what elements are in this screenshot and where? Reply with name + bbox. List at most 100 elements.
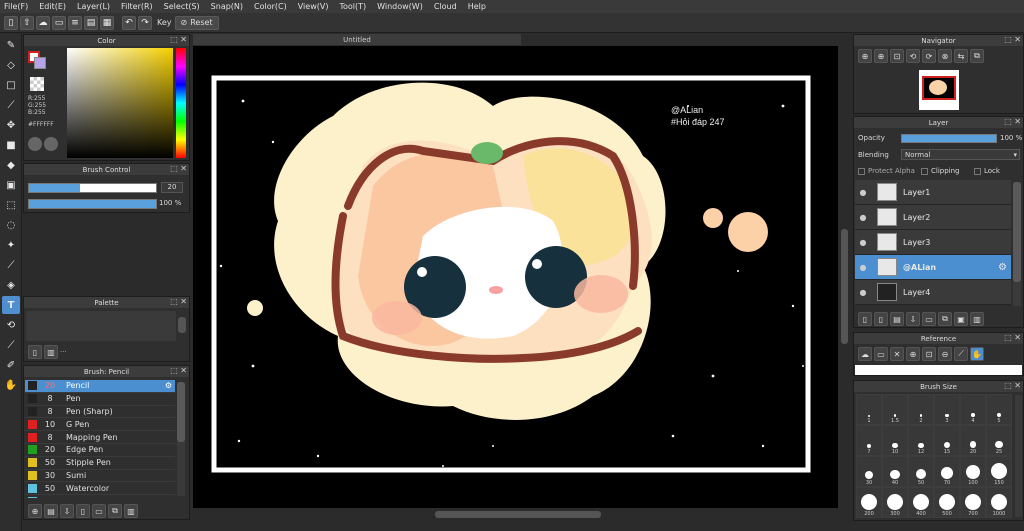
brush-item[interactable]: 30 Sumi — [25, 470, 175, 483]
vertical-scroll-thumb[interactable] — [841, 229, 848, 344]
panel-close-icon[interactable]: ⬚ ✕ — [1004, 35, 1021, 44]
brush-size-cell[interactable]: 30 — [856, 456, 882, 487]
layer-row[interactable]: ● @ALian ⚙ — [855, 255, 1011, 280]
grid-icon[interactable]: ▦ — [100, 15, 114, 30]
brush-size-cell[interactable]: 500 — [934, 487, 960, 518]
layer-row[interactable]: ● Layer4 — [855, 280, 1011, 305]
layer-visibility-icon[interactable]: ● — [855, 288, 871, 297]
menu-item-0[interactable]: File(F) — [4, 2, 28, 11]
reset-button[interactable]: ⊘ Reset — [174, 15, 219, 30]
reference-cloud-icon[interactable]: ☁ — [858, 347, 872, 361]
panel-close-icon[interactable]: ⬚ ✕ — [1004, 333, 1021, 342]
redo-icon[interactable]: ↷ — [138, 15, 152, 30]
panel-close-icon[interactable]: ⬚ ✕ — [170, 35, 187, 44]
reference-zoom-out-icon[interactable]: ⊖ — [938, 347, 952, 361]
layer-visibility-icon[interactable]: ● — [855, 213, 871, 222]
fill-rect-icon[interactable]: ■ — [2, 136, 20, 154]
brush-size-cell[interactable]: 150 — [986, 456, 1012, 487]
navigator-thumbnail[interactable] — [919, 70, 959, 110]
menu-item-2[interactable]: Layer(L) — [77, 2, 110, 11]
fit-icon[interactable]: ⊡ — [890, 49, 904, 63]
lasso-icon[interactable]: ◌ — [2, 216, 20, 234]
layer-visibility-icon[interactable]: ● — [855, 263, 871, 272]
document-tab[interactable]: Untitled — [193, 34, 521, 45]
brush-item[interactable]: 150 Watercolor (Wet) — [25, 495, 175, 498]
brush-tool-icon[interactable]: ✎ — [2, 36, 20, 54]
marquee-icon[interactable]: ⬚ — [2, 196, 20, 214]
menu-item-7[interactable]: View(V) — [298, 2, 329, 11]
secondary-color-swatch[interactable] — [34, 57, 46, 69]
hue-slider[interactable] — [176, 48, 186, 158]
brush-item[interactable]: 10 G Pen — [25, 418, 175, 432]
lock-checkbox[interactable]: Lock — [974, 167, 1000, 175]
reference-zoom-in-icon[interactable]: ⊕ — [906, 347, 920, 361]
new-file-icon[interactable]: ▯ — [4, 15, 18, 30]
brush-size-cell[interactable]: 1 — [856, 394, 882, 425]
layer-list-scrollbar[interactable] — [1013, 182, 1021, 306]
brush-item[interactable]: 20 Edge Pen — [25, 444, 175, 457]
palette-scrollbar[interactable] — [178, 317, 186, 333]
undo-icon[interactable]: ↶ — [122, 15, 136, 30]
open-icon[interactable]: ⇧ — [20, 15, 34, 30]
film-icon[interactable]: ▤ — [84, 15, 98, 30]
layer-row[interactable]: ● Layer2 — [855, 205, 1011, 230]
text-tool-icon[interactable]: T — [2, 296, 20, 314]
move-tool-icon[interactable]: ✥ — [2, 116, 20, 134]
select-rect-icon[interactable]: □ — [2, 76, 20, 94]
page-icon[interactable]: ≡ — [68, 15, 82, 30]
vertical-scrollbar[interactable] — [838, 46, 850, 508]
new-layer-alt-icon[interactable]: ▯ — [874, 312, 888, 326]
brush-size-scrollbar[interactable] — [1015, 395, 1022, 517]
layer-visibility-icon[interactable]: ● — [855, 238, 871, 247]
brush-folder2-icon[interactable]: ▭ — [92, 504, 106, 518]
brush-size-cell[interactable]: 300 — [882, 487, 908, 518]
brush-opacity-slider[interactable] — [28, 199, 157, 209]
brush-size-cell[interactable]: 15 — [934, 425, 960, 456]
brush-size-value[interactable]: 20 — [161, 182, 183, 193]
saturation-value-picker[interactable] — [67, 48, 173, 158]
brush-item[interactable]: 8 Pen — [25, 393, 175, 406]
canvas-area[interactable]: @ALian #Hỏi đáp 247 — [193, 46, 838, 508]
flip-icon[interactable]: ⇆ — [954, 49, 968, 63]
layer-folder-icon[interactable]: ▭ — [922, 312, 936, 326]
clipping-checkbox[interactable]: Clipping — [921, 167, 960, 175]
reference-hand-icon[interactable]: ✋ — [970, 347, 984, 361]
menu-item-9[interactable]: Window(W) — [377, 2, 423, 11]
reference-area[interactable] — [855, 365, 1022, 375]
delete-palette-icon[interactable]: ▥ — [44, 345, 58, 359]
pen-small-icon[interactable]: ✐ — [2, 356, 20, 374]
horizontal-scrollbar[interactable] — [193, 508, 838, 520]
cloud-icon[interactable]: ☁ — [36, 15, 50, 30]
panel-close-icon[interactable]: ⬚ ✕ — [1004, 381, 1021, 390]
color-wheel-icon[interactable] — [28, 137, 42, 151]
brush-size-cell[interactable]: 1.5 — [882, 394, 908, 425]
brush-add-icon[interactable]: ⊕ — [28, 504, 42, 518]
canvas-artwork[interactable]: @ALian #Hỏi đáp 247 — [193, 46, 838, 508]
layer-opacity-slider[interactable] — [901, 134, 997, 143]
brush-size-cell[interactable]: 20 — [960, 425, 986, 456]
palette-area[interactable] — [26, 311, 176, 341]
layer-scroll-thumb[interactable] — [1013, 182, 1021, 282]
brush-item[interactable]: 50 Stipple Pen — [25, 457, 175, 470]
panel-close-icon[interactable]: ⬚ ✕ — [170, 366, 187, 375]
rotate-right-icon[interactable]: ⟳ — [922, 49, 936, 63]
brush-size-cell[interactable]: 10 — [882, 425, 908, 456]
palette-more[interactable]: ··· — [60, 348, 67, 356]
layer-import-icon[interactable]: ⇩ — [906, 312, 920, 326]
eraser-tool-icon[interactable]: ◇ — [2, 56, 20, 74]
new-layer-icon[interactable]: ▯ — [858, 312, 872, 326]
menu-item-11[interactable]: Help — [468, 2, 486, 11]
reference-fit-icon[interactable]: ⊡ — [922, 347, 936, 361]
brush-size-cell[interactable]: 12 — [908, 425, 934, 456]
select-pen-icon[interactable]: ⟋ — [2, 256, 20, 274]
layer-visibility-icon[interactable]: ● — [855, 188, 871, 197]
hex-value[interactable]: #FFFFFF — [28, 121, 54, 128]
panel-close-icon[interactable]: ⬚ ✕ — [1004, 117, 1021, 126]
brush-size-cell[interactable]: 700 — [960, 487, 986, 518]
brush-list-scrollbar[interactable] — [177, 382, 185, 496]
reference-close-icon[interactable]: ✕ — [890, 347, 904, 361]
menu-item-6[interactable]: Color(C) — [254, 2, 287, 11]
brush-size-cell[interactable]: 4 — [960, 394, 986, 425]
color-palette-icon[interactable] — [44, 137, 58, 151]
new-layer-folder-icon[interactable]: ▤ — [890, 312, 904, 326]
